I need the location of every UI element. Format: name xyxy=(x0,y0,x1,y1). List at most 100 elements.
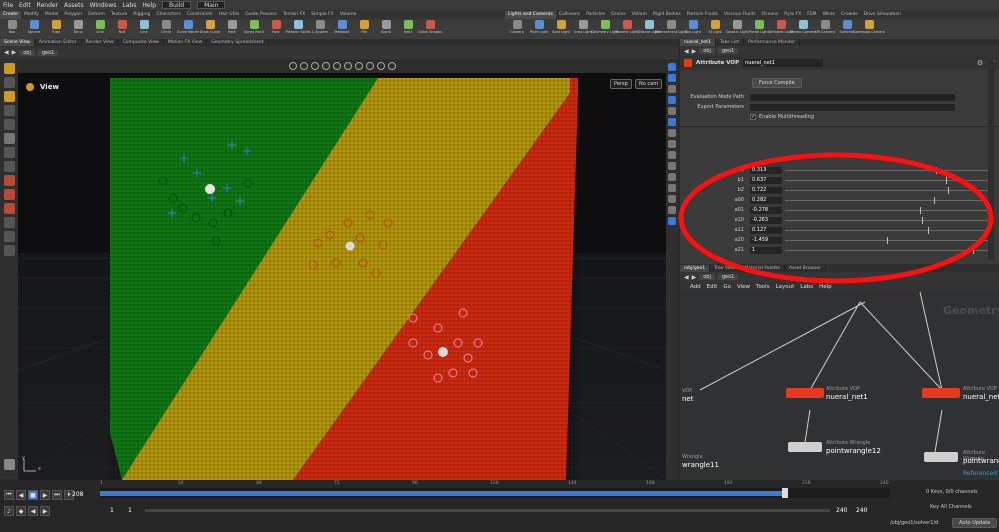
menu-assets[interactable]: Assets xyxy=(64,2,84,9)
shelf-tab[interactable]: Deform xyxy=(85,11,108,19)
shelf-tab[interactable]: Grains xyxy=(608,11,629,19)
display-mode-icon[interactable] xyxy=(668,206,676,214)
shelf-tab[interactable]: Oceans xyxy=(759,11,782,19)
pane-tab[interactable]: Animation Editor xyxy=(35,39,82,46)
scale-tool-icon[interactable] xyxy=(3,105,15,116)
select-tool-icon[interactable] xyxy=(3,63,15,74)
shelf-tab[interactable]: Polygon xyxy=(61,11,85,19)
shelf-tab[interactable]: Texture xyxy=(108,11,130,19)
display-option-icon[interactable] xyxy=(343,62,352,70)
display-mode-icon[interactable] xyxy=(668,184,676,192)
secure-selection-icon[interactable] xyxy=(3,231,15,242)
shelf-tool-button[interactable]: Ambient Light xyxy=(769,19,793,39)
range-start[interactable]: 1 xyxy=(110,507,114,514)
shelf-tool-button[interactable]: File xyxy=(354,19,374,39)
display-option-icon[interactable] xyxy=(387,62,396,70)
display-mode-icon[interactable] xyxy=(668,162,676,170)
key-prev-icon[interactable]: ◀ xyxy=(28,506,38,516)
display-option-icon[interactable] xyxy=(332,62,341,70)
shelf-tab[interactable]: Lights and Cameras xyxy=(505,11,556,19)
shelf-tab[interactable]: Rigging xyxy=(130,11,153,19)
rotate-tool-icon[interactable] xyxy=(3,91,15,102)
menu-help[interactable]: Help xyxy=(142,2,156,9)
keyframe-icon[interactable]: ◆ xyxy=(16,506,26,516)
shelf-tool-button[interactable]: Spiral xyxy=(376,19,396,39)
node-pointwrang[interactable] xyxy=(924,452,958,462)
shelf-tab[interactable]: Volume xyxy=(337,11,360,19)
shelf-tool-button[interactable]: Caustic Light xyxy=(726,19,748,39)
shelf-tool-button[interactable]: Line xyxy=(134,19,154,39)
grid-snap-icon[interactable] xyxy=(3,189,15,200)
shelf-tool-button[interactable]: Geometry Light xyxy=(591,19,619,39)
play-reverse-icon[interactable]: ◀ xyxy=(16,490,26,500)
shelf-tool-button[interactable]: Tube xyxy=(46,19,66,39)
shelf-tab[interactable]: Model xyxy=(42,11,62,19)
shelf-tool-button[interactable]: Distant Light xyxy=(638,19,660,39)
shelf-tab[interactable]: Drive Simulation xyxy=(861,11,904,19)
shelf-tool-button[interactable]: Stereo Camera xyxy=(790,19,816,39)
shelf-tool-button[interactable]: Null xyxy=(112,19,132,39)
move-tool-icon[interactable] xyxy=(3,77,15,88)
stop-icon[interactable]: ■ xyxy=(28,490,38,500)
node-name[interactable]: wrangle11 xyxy=(682,461,719,469)
shelf-tool-button[interactable]: Camera xyxy=(507,19,527,39)
shelf-tool-button[interactable]: Platonic Solids xyxy=(285,19,311,39)
pane-tab[interactable]: Render View xyxy=(82,39,119,46)
auto-update-button[interactable]: Auto Update xyxy=(952,518,998,528)
eval-path-field[interactable] xyxy=(750,93,955,101)
camera-select-button[interactable]: No cam xyxy=(635,79,663,89)
first-frame-icon[interactable]: ⏮ xyxy=(4,490,14,500)
display-mode-icon[interactable] xyxy=(668,96,676,104)
play-forward-icon[interactable]: ▶ xyxy=(40,490,50,500)
shelf-tab[interactable]: Particles xyxy=(583,11,608,19)
display-mode-icon[interactable] xyxy=(668,85,676,93)
display-mode-icon[interactable] xyxy=(668,195,676,203)
pane-tab[interactable]: Performance Monitor xyxy=(744,39,801,46)
display-icon[interactable] xyxy=(3,245,15,256)
display-mode-icon[interactable] xyxy=(668,151,676,159)
node-body[interactable] xyxy=(924,452,958,462)
node-name[interactable]: pointwrangle12 xyxy=(826,447,881,455)
shelf-tool-button[interactable]: Path xyxy=(222,19,242,39)
pane-tab[interactable]: Geometry Spreadsheet xyxy=(207,39,269,46)
display-mode-icon[interactable] xyxy=(668,107,676,115)
key-next-icon[interactable]: ▶ xyxy=(40,506,50,516)
key-all-channels-button[interactable]: Key All Channels xyxy=(930,504,972,510)
display-mode-icon[interactable] xyxy=(668,74,676,82)
pane-tab[interactable]: nueral_net1 xyxy=(680,39,716,46)
display-mode-icon[interactable] xyxy=(668,173,676,181)
shelf-tool-button[interactable]: Font xyxy=(266,19,286,39)
shelf-tab[interactable]: Characters xyxy=(153,11,184,19)
snap-icon[interactable] xyxy=(3,175,15,186)
display-option-icon[interactable] xyxy=(354,62,363,70)
shelf-tab[interactable]: Crowds xyxy=(838,11,861,19)
pane-tab[interactable]: Take List xyxy=(716,39,745,46)
shelf-tab[interactable]: Create xyxy=(0,11,21,19)
shelf-tool-button[interactable]: GI Light xyxy=(705,19,725,39)
magnet-icon[interactable] xyxy=(3,217,15,228)
shelf-tool-button[interactable]: Area Light xyxy=(573,19,593,39)
point-snap-icon[interactable] xyxy=(3,203,15,214)
shelf-tool-button[interactable]: Box xyxy=(2,19,22,39)
range-slider[interactable] xyxy=(145,509,830,512)
node-body[interactable] xyxy=(922,388,960,398)
gear-icon[interactable]: ⚙ xyxy=(977,59,983,67)
shelf-tab[interactable]: Modify xyxy=(21,11,42,19)
menu-render[interactable]: Render xyxy=(37,2,58,9)
pane-tab[interactable]: Motion FX View xyxy=(164,39,208,46)
audio-icon[interactable]: ♪ xyxy=(4,506,14,516)
display-option-icon[interactable] xyxy=(299,62,308,70)
display-option-icon[interactable] xyxy=(376,62,385,70)
shelf-tab[interactable]: Pyro FX xyxy=(781,11,804,19)
handle-tool-icon[interactable] xyxy=(3,119,15,130)
shelf-tab[interactable]: Constraints xyxy=(184,11,216,19)
range-end-2[interactable]: 240 xyxy=(856,507,867,514)
scene-viewport[interactable]: View Persp No cam y x xyxy=(18,73,666,480)
shelf-tab[interactable]: Terrain FX xyxy=(280,11,308,19)
back-arrow-icon[interactable]: ◀ xyxy=(684,48,689,55)
shelf-tool-button[interactable]: Quick Shapes xyxy=(418,19,442,39)
display-option-icon[interactable] xyxy=(365,62,374,70)
menu-edit[interactable]: Edit xyxy=(19,2,31,9)
display-option-icon[interactable] xyxy=(321,62,330,70)
shelf-tool-button[interactable]: Volume Light xyxy=(616,19,638,39)
